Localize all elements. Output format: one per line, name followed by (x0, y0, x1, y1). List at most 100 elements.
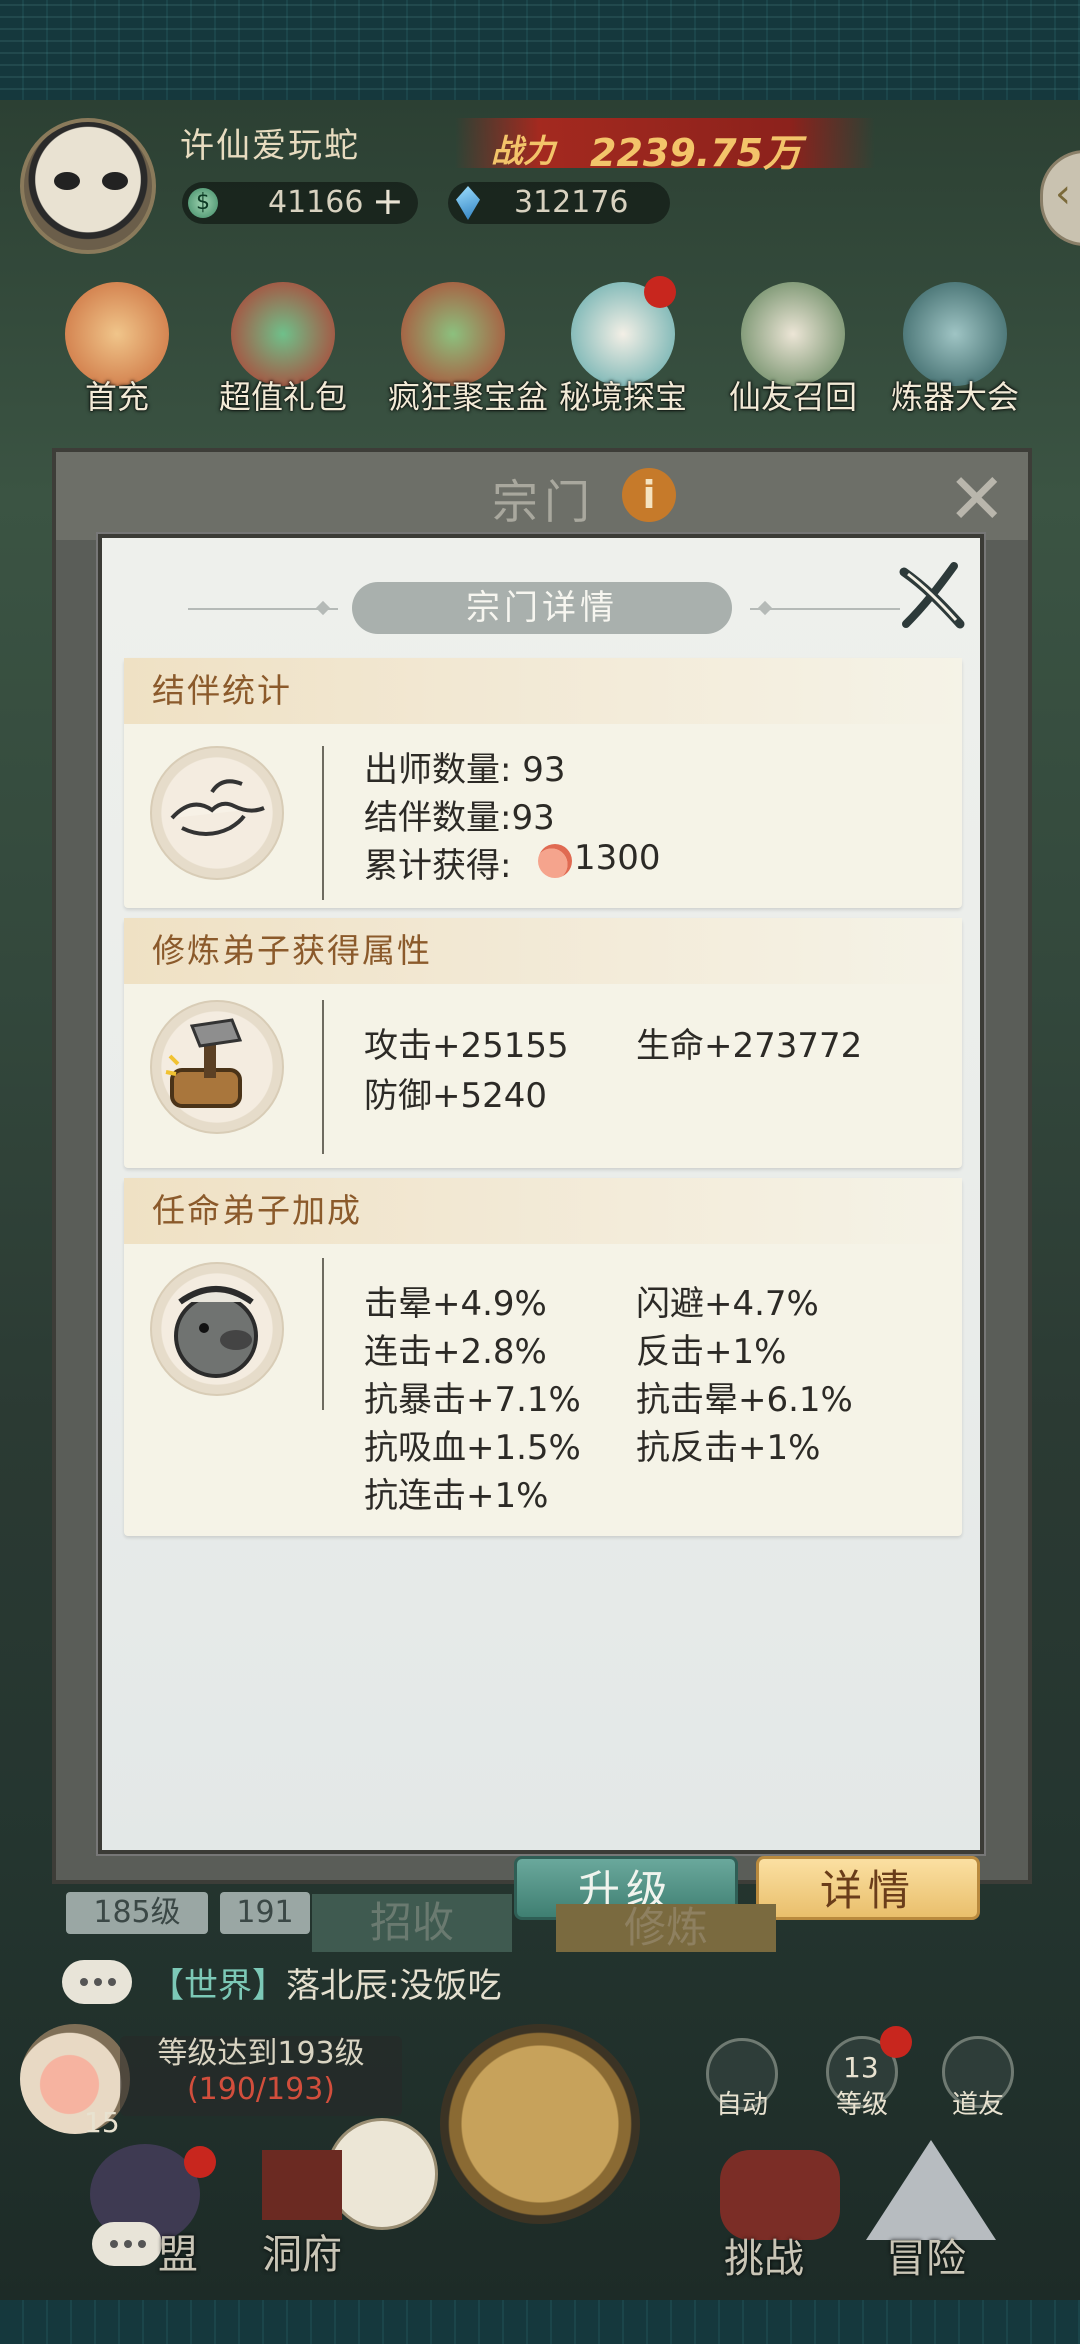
section-partner-stats: 结伴统计 出师数量: 93 结伴数量:93 累计获得: 1300 (124, 658, 962, 908)
vertical-divider (322, 1258, 324, 1410)
chat-button[interactable] (62, 1960, 132, 2004)
avatar-eye-right (102, 172, 128, 190)
section-title: 修炼弟子获得属性 (124, 918, 962, 984)
player-avatar[interactable] (20, 118, 156, 254)
nav-adventure[interactable]: 冒险 (886, 2226, 966, 2284)
gift-bag-icon (231, 282, 335, 386)
details-button[interactable]: 详情 (756, 1856, 980, 1920)
buffalo-disciple-icon (150, 1262, 284, 1396)
info-icon[interactable]: i (622, 468, 676, 522)
power-label: 战力 (491, 132, 556, 170)
nav-cave-house[interactable]: 洞府 (262, 2222, 342, 2280)
event-label: 仙友召回 (728, 378, 857, 416)
add-coins-button[interactable]: + (372, 180, 404, 222)
chat-bubble-icon[interactable] (92, 2222, 162, 2266)
level-value: 13 (843, 2051, 879, 2084)
attribute-stat: 生命+273772 (636, 1026, 863, 1066)
close-icon[interactable] (894, 558, 970, 634)
bonus-stat: 闪避+4.7% (636, 1284, 819, 1324)
gift-icon (65, 282, 169, 386)
avatar-eye-left (54, 172, 80, 190)
tab-recruit[interactable]: 招收 (312, 1894, 512, 1952)
bonus-stat: 反击+1% (636, 1332, 787, 1372)
world-chat-line[interactable]: 【世界】落北辰:没饭吃 (150, 1958, 501, 2007)
daofa-label: 道友 (951, 2090, 1004, 2120)
stat-line: 结伴数量:93 (364, 798, 555, 838)
notification-dot (184, 2146, 216, 2178)
axe-main-button[interactable] (440, 2024, 640, 2224)
currency-coins: $ 41166 + (182, 180, 418, 224)
auto-label: 自动 (715, 2090, 768, 2120)
sect-detail-dialog: 宗门详情 结伴统计 出师数量: 93 结伴数量:93 累计获得: 1300 修炼… (98, 534, 984, 1854)
coin-icon: $ (188, 188, 218, 218)
quest-tracker[interactable]: 等级达到193级 (190/193) (120, 2036, 402, 2116)
bonus-stat: 抗暴击+7.1% (364, 1380, 581, 1420)
shovel-icon[interactable] (326, 2118, 438, 2230)
nav-alliance[interactable]: 盟 (158, 2222, 198, 2280)
pig-icon (741, 282, 845, 386)
player-name: 许仙爱玩蛇 (180, 126, 360, 166)
event-treasure-bowl[interactable]: 疯狂聚宝盆 (388, 282, 549, 418)
event-label: 疯狂聚宝盆 (388, 378, 549, 416)
chat-message: 落北辰:没饭吃 (286, 1966, 502, 2006)
power-value: 2239.75万 (590, 131, 802, 175)
coin-value: 41166 (268, 185, 364, 220)
bonus-stat: 抗反击+1% (636, 1428, 821, 1468)
nav-challenge[interactable]: 挑战 (724, 2226, 804, 2284)
sect-panel-header: 宗门 i ✕ (56, 452, 1028, 540)
event-secret-realm[interactable]: 秘境探宝 (558, 276, 688, 418)
power-banner: 战力 2239.75万 (455, 118, 875, 175)
vertical-divider (322, 746, 324, 900)
cave-house-icon[interactable] (262, 2150, 342, 2220)
level-badge: 185级 (66, 1892, 208, 1934)
chevron-left-icon: ‹ (1055, 171, 1071, 217)
top-decor-band (0, 0, 1080, 100)
reward-value: 1300 (574, 838, 661, 878)
dialog-title: 宗门详情 (352, 582, 732, 634)
stat-line: 累计获得: (364, 846, 512, 886)
close-icon[interactable]: ✕ (947, 458, 1006, 540)
notification-dot (880, 2026, 912, 2058)
title-divider-right (750, 608, 900, 610)
sect-panel-title: 宗门 (492, 475, 596, 529)
event-value-pack[interactable]: 超值礼包 (218, 282, 348, 418)
attribute-stat: 攻击+25155 (364, 1026, 569, 1066)
divider-ornament (315, 600, 331, 616)
vertical-divider (322, 1000, 324, 1154)
bonus-stat: 击晕+4.9% (364, 1284, 547, 1324)
gem-value: 312176 (514, 185, 629, 220)
chat-channel: 【世界】 (150, 1966, 286, 2006)
currency-gems: 312176 (448, 182, 670, 224)
stat-line: 出师数量: 93 (364, 750, 566, 790)
event-label: 炼器大会 (890, 378, 1019, 416)
event-friend-recall[interactable]: 仙友召回 (728, 282, 858, 418)
peach-count: 15 (84, 2106, 120, 2139)
bonus-stat: 抗吸血+1.5% (364, 1428, 581, 1468)
event-label: 首充 (84, 378, 149, 416)
notification-dot (644, 276, 676, 308)
level-label: 等级 (835, 2090, 888, 2120)
treasure-bowl-icon (401, 282, 505, 386)
bonus-stat: 抗连击+1% (364, 1476, 549, 1516)
section-training-attributes: 修炼弟子获得属性 攻击+25155 生命+273772 防御+5240 (124, 918, 962, 1168)
sword-icon (903, 282, 1007, 386)
quest-title: 等级达到193级 (157, 2036, 365, 2071)
bottom-decor-band (0, 2300, 1080, 2344)
event-label: 超值礼包 (218, 378, 347, 416)
handshake-icon (150, 746, 284, 880)
event-forge[interactable]: 炼器大会 (890, 282, 1020, 418)
attribute-stat: 防御+5240 (364, 1076, 548, 1116)
bonus-stat: 抗击晕+6.1% (636, 1380, 853, 1420)
event-first-recharge[interactable]: 首充 (52, 282, 182, 418)
hammer-icon (150, 1000, 284, 1134)
event-label: 秘境探宝 (558, 378, 687, 416)
gem-icon (456, 186, 480, 220)
section-appointed-bonus: 任命弟子加成 击晕+4.9% 闪避+4.7% 连击+2.8% 反击+1% 抗暴击… (124, 1178, 962, 1536)
quest-progress: (190/193) (186, 2072, 336, 2107)
section-title: 任命弟子加成 (124, 1178, 962, 1244)
peach-icon (538, 844, 572, 878)
tab-train[interactable]: 修炼 (556, 1904, 776, 1952)
section-title: 结伴统计 (124, 658, 962, 724)
bonus-stat: 连击+2.8% (364, 1332, 547, 1372)
level-badge: 191 (220, 1892, 310, 1934)
